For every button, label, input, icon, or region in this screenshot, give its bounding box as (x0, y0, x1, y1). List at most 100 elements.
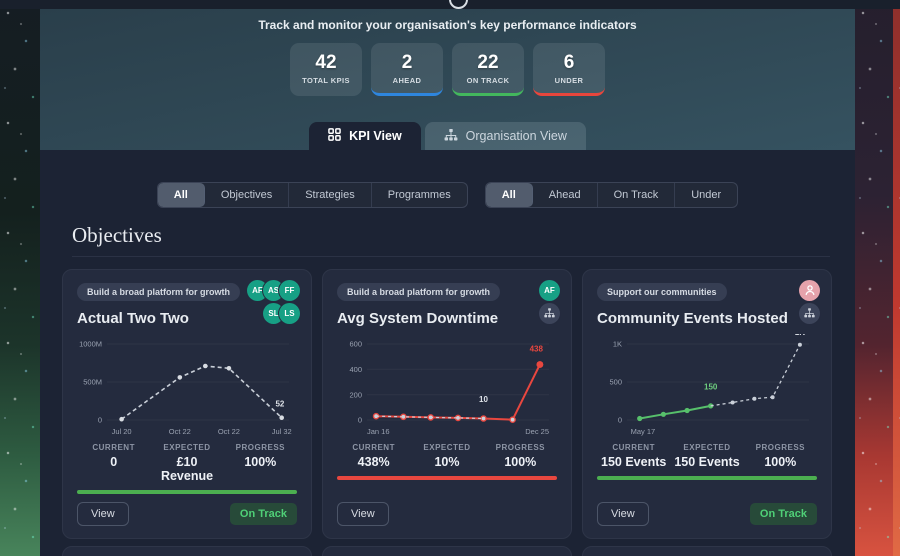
svg-text:0: 0 (618, 416, 622, 425)
svg-text:600: 600 (349, 340, 362, 349)
header: Track and monitor your organisation's ke… (40, 9, 855, 150)
filter-status-under[interactable]: Under (675, 183, 737, 207)
clipped-heading-glyph (449, 0, 468, 9)
tab-label: Organisation View (465, 129, 567, 143)
progress-value: 100% (764, 455, 797, 469)
sitemap-icon (799, 303, 820, 324)
objective-tag: Support our communities (597, 283, 727, 301)
filter-type-objectives[interactable]: Objectives (205, 183, 290, 207)
objective-tag: Build a broad platform for growth (337, 283, 500, 301)
svg-text:438: 438 (530, 345, 544, 354)
kpi-cards-row: Build a broad platform for growth Actual… (40, 257, 855, 539)
filter-status-all[interactable]: All (485, 183, 533, 207)
kpi-card-community-events-hosted: Support our communities Community Events… (582, 269, 832, 539)
svg-text:10: 10 (479, 395, 488, 404)
svg-text:Oct 22: Oct 22 (218, 427, 240, 436)
grid-icon (328, 128, 341, 144)
status-badge: On Track (749, 503, 817, 525)
progress-bar (337, 476, 557, 480)
filter-status-ahead[interactable]: Ahead (533, 183, 598, 207)
current-value: 438% (357, 455, 390, 469)
objective-tag: Build a broad platform for growth (77, 283, 240, 301)
expected-value: 150 Events (674, 455, 740, 469)
svg-text:Dec 25: Dec 25 (525, 427, 549, 436)
stat-on-track: 22 ON TRACK (452, 43, 524, 96)
current-label: CURRENT (92, 443, 135, 452)
avatar-cluster: AF (490, 280, 560, 324)
sitemap-icon (444, 128, 458, 144)
tab-label: KPI View (349, 129, 402, 143)
svg-text:1K: 1K (613, 340, 622, 349)
svg-text:52: 52 (275, 399, 284, 408)
avatar: FF (279, 280, 300, 301)
svg-text:1K: 1K (795, 334, 805, 337)
status-badge: On Track (229, 503, 297, 525)
progress-label: PROGRESS (755, 443, 805, 452)
progress-value: 100% (504, 455, 537, 469)
kpi-stats: CURRENT 150 Events EXPECTED 150 Events PRO… (597, 443, 817, 469)
svg-text:Oct 22: Oct 22 (169, 427, 191, 436)
svg-text:500: 500 (609, 378, 622, 387)
stat-ahead: 2 AHEAD (371, 43, 443, 96)
sitemap-icon (539, 303, 560, 324)
card-footer: View On Track (597, 502, 817, 526)
main-panel: All Objectives Strategies Programmes All… (40, 150, 855, 556)
view-button[interactable]: View (597, 502, 649, 526)
svg-text:400: 400 (349, 365, 362, 374)
progress-label: PROGRESS (495, 443, 545, 452)
filter-type-all[interactable]: All (157, 183, 205, 207)
svg-text:Jan 16: Jan 16 (367, 427, 390, 436)
card-footer: View (337, 502, 557, 526)
kpi-line-chart: 0 200 400 600 Jan 16 Dec 25 10 438 (337, 334, 557, 438)
svg-text:Jul 32: Jul 32 (272, 427, 292, 436)
stat-value: 6 (563, 51, 575, 73)
progress-value: 100% (244, 455, 277, 469)
svg-text:500M: 500M (83, 378, 102, 387)
svg-text:Jul 20: Jul 20 (112, 427, 132, 436)
tab-kpi-view[interactable]: KPI View (309, 122, 421, 150)
stat-label: ON TRACK (466, 75, 510, 85)
filter-status-on-track[interactable]: On Track (598, 183, 676, 207)
tab-organisation-view[interactable]: Organisation View (424, 122, 586, 150)
current-value: 150 Events (601, 455, 667, 469)
expected-value: 10% (434, 455, 460, 469)
progress-bar (597, 476, 817, 480)
stat-value: 22 (477, 51, 499, 73)
stat-total-kpis: 42 TOTAL KPIS (290, 43, 362, 96)
filter-type-programmes[interactable]: Programmes (372, 183, 467, 207)
dashboard-app: Track and monitor your organisation's ke… (40, 9, 855, 556)
page-subtitle: Track and monitor your organisation's ke… (258, 18, 637, 32)
status-filter-group: All Ahead On Track Under (484, 182, 739, 208)
progress-label: PROGRESS (235, 443, 285, 452)
kpi-summary-row: 42 TOTAL KPIS 2 AHEAD 22 ON TRACK 6 UNDE… (40, 43, 855, 96)
svg-text:0: 0 (98, 416, 102, 425)
expected-label: EXPECTED (683, 443, 731, 452)
kpi-card-avg-system-downtime: Build a broad platform for growth Avg Sy… (322, 269, 572, 539)
kpi-line-chart: 0 500M 1000M Jul 20 Oct 22 Oct 22 Jul 32 52 (77, 334, 297, 438)
card-footer: View On Track (77, 502, 297, 526)
stat-label: AHEAD (392, 75, 422, 85)
top-strip (0, 0, 900, 9)
expected-label: EXPECTED (423, 443, 471, 452)
background-starfield-right (855, 0, 900, 556)
current-value: 0 (110, 455, 118, 469)
type-filter-group: All Objectives Strategies Programmes (156, 182, 468, 208)
next-cards-row-clipped (40, 546, 855, 556)
kpi-stats: CURRENT 0 EXPECTED £10 Revenue PROGRESS 100… (77, 443, 297, 483)
filter-type-strategies[interactable]: Strategies (289, 183, 372, 207)
person-icon (799, 280, 820, 301)
svg-text:200: 200 (349, 390, 362, 399)
svg-text:150: 150 (704, 383, 718, 392)
svg-text:May 17: May 17 (631, 427, 656, 436)
section-title: Objectives (72, 223, 162, 247)
stat-value: 2 (401, 51, 413, 73)
avatar-cluster: AF AS FF SL LS (230, 280, 300, 324)
view-button[interactable]: View (77, 502, 129, 526)
view-button[interactable]: View (337, 502, 389, 526)
kpi-card-clipped (62, 546, 312, 556)
stat-label: TOTAL KPIS (302, 75, 350, 85)
stat-label: UNDER (554, 75, 584, 85)
filter-row: All Objectives Strategies Programmes All… (40, 150, 855, 208)
svg-text:1000M: 1000M (79, 340, 102, 349)
stat-under: 6 UNDER (533, 43, 605, 96)
